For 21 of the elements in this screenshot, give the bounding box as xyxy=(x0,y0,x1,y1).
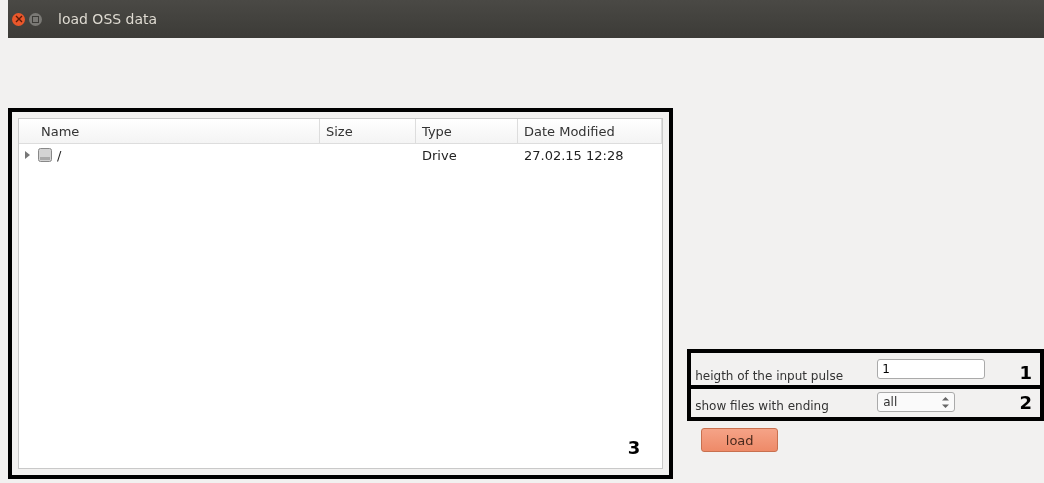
column-header[interactable]: Name xyxy=(19,119,320,143)
maximize-icon[interactable] xyxy=(29,12,42,26)
annotation-number: 1 xyxy=(1019,362,1032,383)
table-cell: Drive xyxy=(422,147,457,163)
window-title: load OSS data xyxy=(58,11,158,27)
drive-icon xyxy=(37,147,53,163)
expander-icon[interactable] xyxy=(24,151,31,159)
load-button[interactable]: load xyxy=(701,428,779,452)
table-cell: 27.02.15 12:28 xyxy=(524,147,624,163)
spinner-arrows-icon xyxy=(942,396,950,408)
ending-dropdown[interactable]: all xyxy=(877,392,956,412)
table-cell: / xyxy=(57,147,62,163)
column-header[interactable]: Date Modified xyxy=(518,119,663,143)
annotation-number: 3 xyxy=(627,437,641,458)
close-icon[interactable] xyxy=(12,12,25,26)
column-header[interactable]: Size xyxy=(320,119,416,143)
field-label: show files with ending xyxy=(695,399,830,413)
annotation-number: 2 xyxy=(1019,392,1032,413)
pulse-height-field[interactable]: 1 xyxy=(877,359,986,379)
column-header[interactable]: Type xyxy=(416,119,518,143)
field-label: heigth of the input pulse xyxy=(695,369,845,383)
